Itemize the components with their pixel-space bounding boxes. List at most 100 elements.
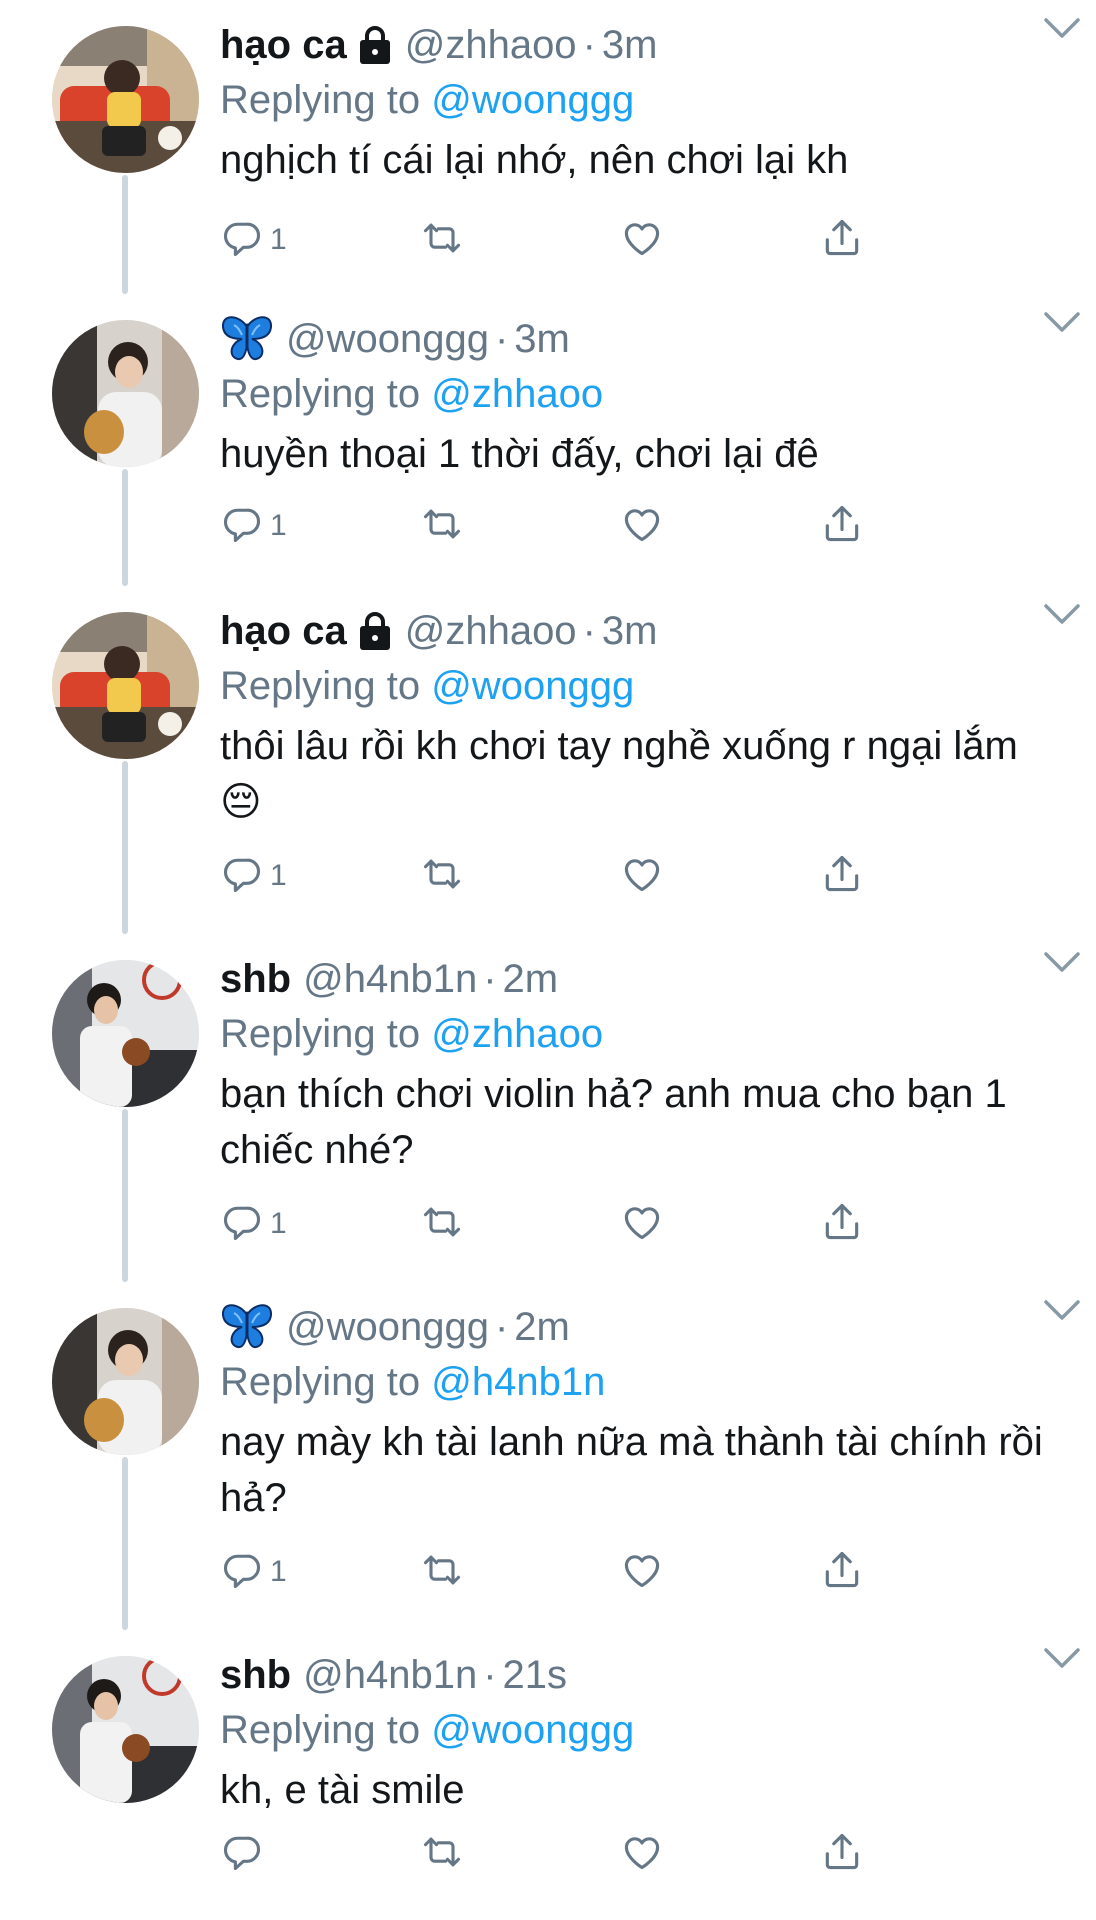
retweet-button[interactable]: [420, 498, 620, 554]
separator-dot: ·: [494, 316, 509, 361]
replying-to: Replying to @zhhaoo: [220, 1006, 1056, 1062]
timestamp[interactable]: 3m: [602, 23, 658, 68]
replying-to-mention[interactable]: @zhhaoo: [431, 372, 603, 416]
replying-to: Replying to @h4nb1n: [220, 1354, 1056, 1410]
thread-line: [122, 469, 128, 586]
tweet[interactable]: shb @h4nb1n · 21s Replying to @woonggg k…: [0, 1630, 1096, 1920]
share-button[interactable]: [820, 498, 880, 554]
avatar-woonggg[interactable]: [52, 1308, 199, 1455]
reply-button[interactable]: 1: [220, 498, 420, 554]
timestamp[interactable]: 21s: [503, 1653, 568, 1698]
timestamp[interactable]: 2m: [514, 1305, 570, 1350]
share-icon: [820, 1548, 864, 1597]
replying-to-mention[interactable]: @h4nb1n: [431, 1360, 605, 1404]
reply-button[interactable]: 1: [220, 848, 420, 904]
share-button[interactable]: [820, 1196, 880, 1252]
timestamp[interactable]: 3m: [602, 609, 658, 654]
avatar-shb[interactable]: [52, 1656, 199, 1803]
replying-to-mention[interactable]: @woonggg: [431, 664, 634, 708]
like-button[interactable]: [620, 1196, 820, 1252]
share-icon: [820, 852, 864, 901]
share-button[interactable]: [820, 212, 880, 268]
tweet-actions: 1: [220, 848, 880, 904]
reply-button[interactable]: [220, 1826, 420, 1882]
share-icon: [820, 1200, 864, 1249]
share-button[interactable]: [820, 1544, 880, 1600]
reply-button[interactable]: 1: [220, 1544, 420, 1600]
retweet-button[interactable]: [420, 212, 620, 268]
display-name[interactable]: shb: [220, 957, 291, 1002]
user-handle[interactable]: @zhhaoo: [405, 23, 577, 68]
display-name[interactable]: hạo ca: [220, 23, 347, 68]
user-handle[interactable]: @h4nb1n: [303, 1653, 477, 1698]
retweet-icon: [420, 502, 464, 551]
like-icon: [620, 1200, 664, 1249]
tweet[interactable]: @woonggg · 2m Replying to @h4nb1n nay mà…: [0, 1282, 1096, 1630]
tweet-header: hạo ca @zhhaoo · 3m: [220, 18, 1056, 72]
chevron-down-icon[interactable]: [1042, 1644, 1082, 1672]
like-button[interactable]: [620, 1544, 820, 1600]
retweet-button[interactable]: [420, 848, 620, 904]
avatar-haoca[interactable]: [52, 26, 199, 173]
retweet-button[interactable]: [420, 1544, 620, 1600]
replying-to-mention[interactable]: @woonggg: [431, 1708, 634, 1752]
reply-icon: [220, 502, 264, 551]
tweet[interactable]: hạo ca @zhhaoo · 3m Replying to @woonggg…: [0, 0, 1096, 294]
user-handle[interactable]: @h4nb1n: [303, 957, 477, 1002]
timestamp[interactable]: 2m: [503, 957, 559, 1002]
like-button[interactable]: [620, 848, 820, 904]
reply-icon: [220, 852, 264, 901]
chevron-down-icon[interactable]: [1042, 308, 1082, 336]
retweet-icon: [420, 1548, 464, 1597]
tweet-actions: 1: [220, 1196, 880, 1252]
chevron-down-icon[interactable]: [1042, 600, 1082, 628]
share-button[interactable]: [820, 848, 880, 904]
chevron-down-icon[interactable]: [1042, 1296, 1082, 1324]
share-button[interactable]: [820, 1826, 880, 1882]
share-icon: [820, 502, 864, 551]
reply-button[interactable]: 1: [220, 212, 420, 268]
tweet-header: @woonggg · 2m: [220, 1300, 1056, 1354]
share-icon: [820, 216, 864, 265]
thread-line: [122, 1109, 128, 1282]
retweet-button[interactable]: [420, 1196, 620, 1252]
tweet[interactable]: shb @h4nb1n · 2m Replying to @zhhaoo bạn…: [0, 934, 1096, 1282]
like-button[interactable]: [620, 212, 820, 268]
replying-to: Replying to @zhhaoo: [220, 366, 1056, 422]
thread-line: [122, 761, 128, 934]
replying-to-label: Replying to: [220, 1708, 421, 1752]
user-handle[interactable]: @woonggg: [286, 1305, 489, 1350]
tweet-text: huyền thoại 1 thời đấy, chơi lại đê: [220, 432, 819, 476]
replying-to-mention[interactable]: @zhhaoo: [431, 1012, 603, 1056]
reply-count: 1: [270, 223, 287, 256]
like-button[interactable]: [620, 1826, 820, 1882]
user-handle[interactable]: @zhhaoo: [405, 609, 577, 654]
replying-to: Replying to @woonggg: [220, 658, 1056, 714]
tweet[interactable]: @woonggg · 3m Replying to @zhhaoo huyền …: [0, 294, 1096, 586]
display-name[interactable]: shb: [220, 1653, 291, 1698]
like-button[interactable]: [620, 498, 820, 554]
replying-to-label: Replying to: [220, 1360, 421, 1404]
replying-to-mention[interactable]: @woonggg: [431, 78, 634, 122]
retweet-icon: [420, 852, 464, 901]
thread-line: [122, 1457, 128, 1630]
avatar-woonggg[interactable]: [52, 320, 199, 467]
chevron-down-icon[interactable]: [1042, 14, 1082, 42]
avatar-haoca[interactable]: [52, 612, 199, 759]
reply-button[interactable]: 1: [220, 1196, 420, 1252]
reply-icon: [220, 1200, 264, 1249]
reply-icon: [220, 1830, 264, 1879]
avatar-shb[interactable]: [52, 960, 199, 1107]
tweet-actions: 1: [220, 1544, 880, 1600]
share-icon: [820, 1830, 864, 1879]
separator-dot: ·: [582, 608, 596, 653]
retweet-icon: [420, 1200, 464, 1249]
separator-dot: ·: [582, 22, 596, 67]
display-name[interactable]: hạo ca: [220, 609, 347, 654]
tweet[interactable]: hạo ca @zhhaoo · 3m Replying to @woonggg…: [0, 586, 1096, 934]
retweet-button[interactable]: [420, 1826, 620, 1882]
user-handle[interactable]: @woonggg: [286, 317, 489, 362]
lock-icon: [357, 25, 393, 65]
timestamp[interactable]: 3m: [514, 317, 570, 362]
chevron-down-icon[interactable]: [1042, 948, 1082, 976]
